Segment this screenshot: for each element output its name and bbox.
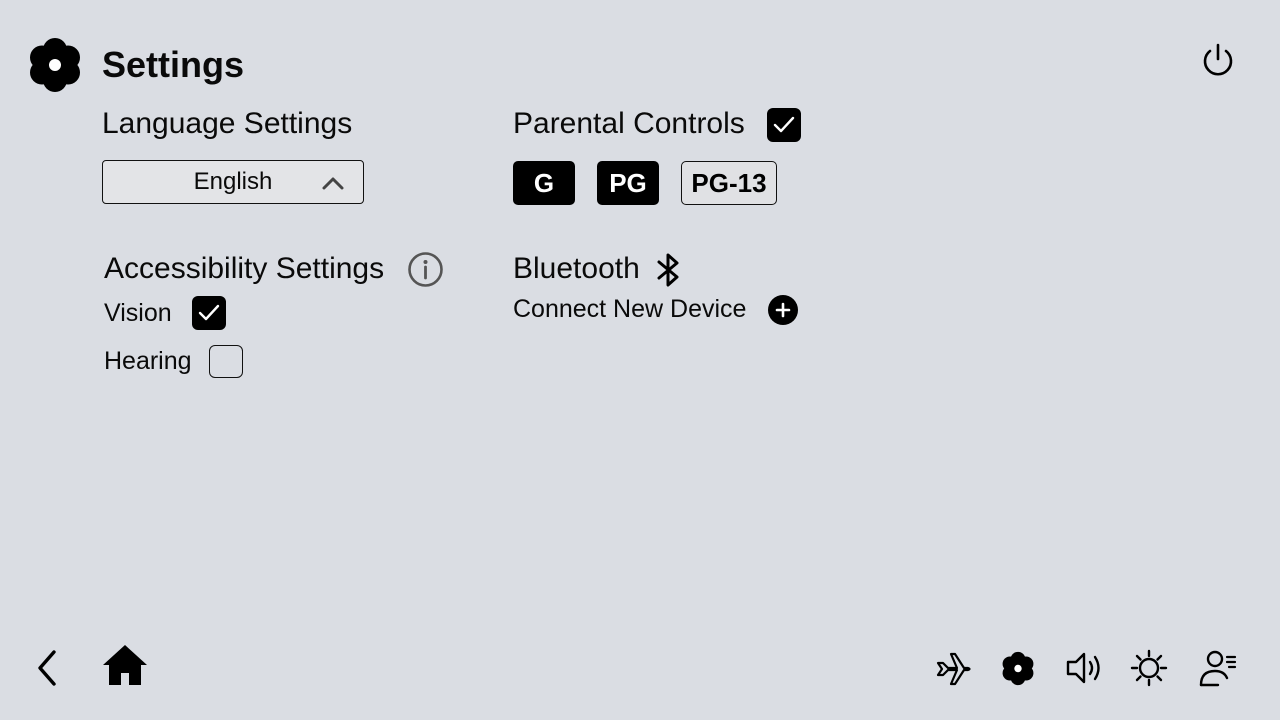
rating-pg13-button[interactable]: PG-13 <box>681 161 777 205</box>
checkmark-icon <box>198 304 220 321</box>
settings-nav-button[interactable] <box>1000 650 1036 687</box>
accessibility-settings-title: Accessibility Settings <box>104 252 385 285</box>
vision-label: Vision <box>104 299 172 327</box>
rating-label: G <box>533 167 555 198</box>
back-button[interactable] <box>30 648 64 688</box>
power-button[interactable] <box>1200 42 1236 78</box>
volume-button[interactable] <box>1064 649 1104 687</box>
home-icon <box>103 645 147 685</box>
airplane-mode-button[interactable] <box>934 649 972 687</box>
rating-g-button[interactable]: G <box>513 161 575 205</box>
settings-gear-icon <box>26 35 84 95</box>
airplane-icon <box>936 652 971 686</box>
language-select[interactable]: English <box>102 160 364 204</box>
hearing-checkbox[interactable] <box>209 345 243 378</box>
user-settings-button[interactable] <box>1198 648 1238 688</box>
info-icon <box>408 252 443 287</box>
connect-new-device-label: Connect New Device <box>513 295 747 323</box>
language-select-value: English <box>193 168 273 195</box>
volume-icon <box>1066 652 1100 684</box>
rating-label: PG-13 <box>691 167 767 198</box>
brightness-button[interactable] <box>1130 649 1168 687</box>
vision-checkbox[interactable] <box>192 296 226 330</box>
rating-pg-button[interactable]: PG <box>597 161 659 205</box>
user-settings-icon <box>1199 650 1237 687</box>
home-button[interactable] <box>101 643 149 687</box>
parental-controls-title: Parental Controls <box>513 107 745 140</box>
parental-controls-checkbox[interactable] <box>767 108 801 142</box>
hearing-label: Hearing <box>104 347 192 375</box>
power-icon <box>1203 43 1233 76</box>
rating-label: PG <box>609 167 647 198</box>
brightness-icon <box>1130 649 1168 687</box>
connect-new-device-button[interactable] <box>768 295 798 325</box>
checkmark-icon <box>773 116 795 133</box>
chevron-up-icon <box>322 177 344 190</box>
language-settings-title: Language Settings <box>102 107 353 140</box>
page-title: Settings <box>102 44 245 85</box>
bluetooth-icon <box>655 251 683 289</box>
plus-circle-icon <box>768 295 798 325</box>
info-button[interactable] <box>407 251 444 288</box>
bluetooth-title: Bluetooth <box>513 252 640 285</box>
back-icon <box>38 650 56 686</box>
gear-icon <box>1002 651 1034 686</box>
